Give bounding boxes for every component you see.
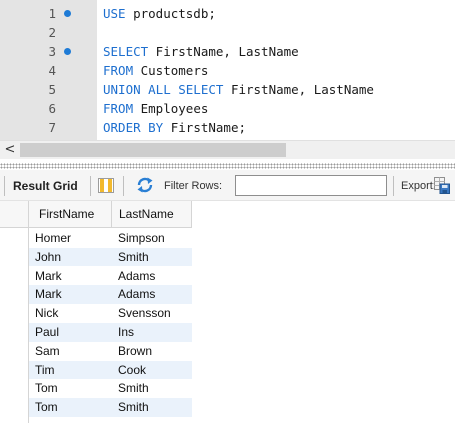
table-row[interactable]: Sam Brown — [29, 342, 192, 361]
line-number: 1 — [48, 6, 56, 21]
sql-identifier: FirstName, LastName — [223, 82, 374, 97]
cell-lastname[interactable]: Svensson — [118, 304, 171, 322]
sql-keyword: SELECT — [103, 44, 149, 59]
cell-firstname[interactable]: Tom — [35, 398, 58, 416]
cell-lastname[interactable]: Cook — [118, 361, 146, 379]
cell-lastname[interactable]: Smith — [118, 248, 149, 266]
sql-keyword: USE — [103, 6, 126, 21]
cell-firstname[interactable]: Tim — [35, 361, 55, 379]
sql-statement-text: FROM Customers — [103, 61, 208, 80]
line-number: 5 — [48, 82, 56, 97]
code-line[interactable]: 6 FROM Employees — [0, 99, 455, 118]
cell-firstname[interactable]: Mark — [35, 267, 62, 285]
cell-firstname[interactable]: John — [35, 248, 61, 266]
cell-lastname[interactable]: Adams — [118, 285, 155, 303]
line-number: 2 — [48, 25, 56, 40]
table-row[interactable]: John Smith — [29, 247, 192, 267]
statement-marker-icon — [64, 10, 71, 17]
sql-statement-text: UNION ALL SELECT FirstName, LastName — [103, 80, 374, 99]
line-number: 7 — [48, 120, 56, 135]
filter-rows-input[interactable] — [235, 175, 387, 196]
scroll-thumb[interactable] — [20, 143, 286, 157]
sql-keyword: ORDER BY — [103, 120, 164, 135]
cell-lastname[interactable]: Smith — [118, 379, 149, 397]
code-line[interactable]: 4 FROM Customers — [0, 61, 455, 80]
code-line[interactable]: 1 USE productsdb; — [0, 4, 455, 23]
cell-firstname[interactable]: Tom — [35, 379, 58, 397]
cell-lastname[interactable]: Ins — [118, 323, 134, 341]
toolbar-separator — [4, 176, 5, 196]
table-row[interactable]: Mark Adams — [29, 267, 192, 286]
code-line[interactable]: 5 UNION ALL SELECT FirstName, LastName — [0, 80, 455, 99]
table-row[interactable]: Tom Smith — [29, 379, 192, 398]
editor-horizontal-scrollbar[interactable]: < — [0, 140, 455, 159]
line-number: 6 — [48, 101, 56, 116]
column-header-firstname[interactable]: FirstName — [29, 201, 112, 228]
cell-firstname[interactable]: Nick — [35, 304, 58, 322]
cell-lastname[interactable]: Simpson — [118, 229, 165, 247]
toolbar-separator — [123, 176, 124, 196]
sql-identifier: productsdb; — [125, 6, 216, 21]
result-toolbar: Result Grid Filter Rows: Export: — [0, 170, 455, 201]
table-row[interactable]: Nick Svensson — [29, 304, 192, 323]
cell-lastname[interactable]: Brown — [118, 342, 152, 360]
panel-splitter[interactable] — [0, 163, 455, 169]
sql-identifier: Customers — [133, 63, 209, 78]
cell-firstname[interactable]: Paul — [35, 323, 59, 341]
sql-statement-text: SELECT FirstName, LastName — [103, 42, 299, 61]
export-icon[interactable] — [434, 177, 450, 194]
cell-firstname[interactable]: Homer — [35, 229, 71, 247]
cell-lastname[interactable]: Smith — [118, 398, 149, 416]
result-grid[interactable]: FirstName LastName Homer Simpson John Smith… — [0, 201, 455, 423]
code-line[interactable]: 2 — [0, 23, 455, 42]
statement-marker-icon — [64, 48, 71, 55]
line-number: 3 — [48, 44, 56, 59]
sql-statement-text: USE productsdb; — [103, 4, 216, 23]
table-row[interactable]: Tim Cook — [29, 360, 192, 380]
sql-keyword: FROM — [103, 101, 134, 116]
cell-lastname[interactable]: Adams — [118, 267, 155, 285]
toolbar-separator — [90, 176, 91, 196]
sql-identifier: FirstName, LastName — [148, 44, 299, 59]
cell-firstname[interactable]: Sam — [35, 342, 60, 360]
code-line[interactable]: 7 ORDER BY FirstName; — [0, 118, 455, 137]
code-line[interactable]: 3 SELECT FirstName, LastName — [0, 42, 455, 61]
sql-editor[interactable]: 1 USE productsdb; 2 3 SELECT FirstName, Last… — [0, 0, 455, 140]
sql-identifier: FirstName; — [163, 120, 247, 135]
row-selector-column[interactable] — [0, 201, 29, 423]
grid-view-icon-column — [108, 179, 112, 192]
export-label: Export: — [401, 180, 436, 192]
table-row[interactable]: Mark Adams — [29, 285, 192, 304]
refresh-icon[interactable] — [136, 176, 154, 194]
sql-statement-text: FROM Employees — [103, 99, 208, 118]
grid-view-icon[interactable] — [98, 178, 114, 193]
cell-firstname[interactable]: Mark — [35, 285, 62, 303]
row-selector-header[interactable] — [0, 201, 29, 228]
line-number: 4 — [48, 63, 56, 78]
sql-keyword: UNION ALL SELECT — [103, 82, 224, 97]
result-grid-tab[interactable]: Result Grid — [13, 179, 78, 193]
table-row[interactable]: Tom Smith — [29, 398, 192, 417]
grid-view-icon-column — [100, 179, 104, 192]
sql-keyword: FROM — [103, 63, 134, 78]
sql-statement-text: ORDER BY FirstName; — [103, 118, 246, 137]
filter-rows-label: Filter Rows: — [164, 180, 223, 192]
grid-header: FirstName LastName — [0, 201, 192, 228]
table-row[interactable]: Homer Simpson — [29, 229, 192, 248]
scroll-left-arrow[interactable]: < — [0, 141, 20, 160]
column-header-lastname[interactable]: LastName — [112, 201, 192, 228]
sql-identifier: Employees — [133, 101, 209, 116]
toolbar-separator — [393, 176, 394, 196]
table-row[interactable]: Paul Ins — [29, 323, 192, 342]
